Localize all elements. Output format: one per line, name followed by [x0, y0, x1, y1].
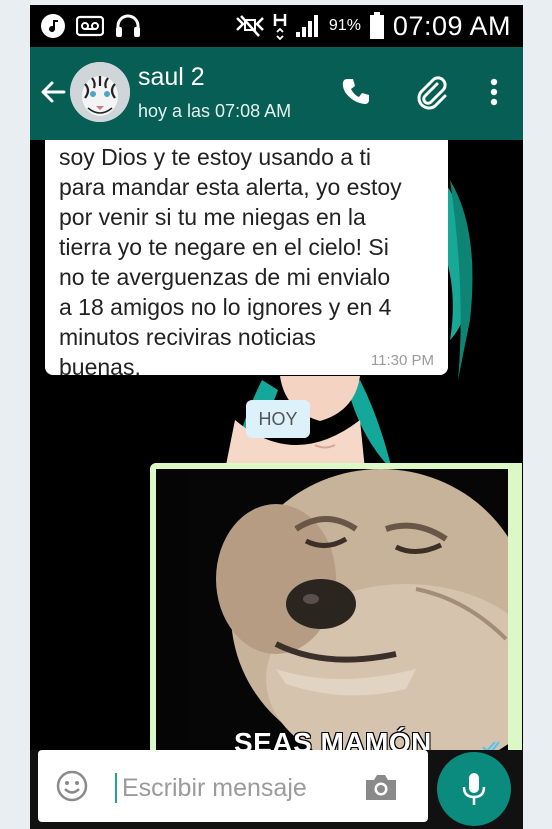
- music-note-icon: [41, 14, 65, 38]
- incoming-message-bubble[interactable]: soy Dios y te estoy usando a ti para man…: [45, 140, 448, 380]
- meme-image[interactable]: SEAS MAMÓN: [156, 469, 508, 750]
- more-options-button[interactable]: [474, 72, 514, 112]
- date-divider: HOY: [246, 400, 310, 438]
- incoming-message-time: 11:30 PM: [370, 352, 434, 369]
- voicemail-icon: [76, 15, 104, 37]
- emoji-icon: [56, 770, 88, 802]
- nfc-mute-icon: [236, 15, 264, 37]
- emoji-button[interactable]: [56, 770, 88, 802]
- last-seen-status: hoy a las 07:08 AM: [138, 101, 292, 121]
- text-cursor: [115, 773, 117, 803]
- double-check-icon: [482, 741, 500, 750]
- tiger-avatar-icon: [70, 62, 130, 122]
- voice-message-button[interactable]: [437, 752, 511, 826]
- contact-name[interactable]: saul 2: [138, 63, 205, 92]
- phone-screen: 91% 07:09 AM saul 2 hoy a las 07:08 AM s…: [30, 5, 523, 829]
- attach-button[interactable]: [411, 72, 451, 112]
- chat-area[interactable]: soy Dios y te estoy usando a ti para man…: [30, 140, 523, 750]
- read-receipt: [482, 741, 504, 750]
- battery-percent: 91%: [328, 17, 361, 34]
- status-left-icons: [40, 13, 142, 39]
- more-vert-icon: [490, 78, 498, 106]
- incoming-message-text: soy Dios y te estoy usando a ti para man…: [59, 144, 402, 380]
- back-button[interactable]: [38, 77, 68, 107]
- outgoing-image-bubble[interactable]: SEAS MAMÓN: [150, 463, 522, 750]
- hplus-data-icon: [273, 14, 287, 40]
- phone-icon: [342, 79, 369, 104]
- back-arrow-icon: [41, 81, 66, 103]
- mic-icon: [462, 773, 486, 805]
- message-input[interactable]: [120, 769, 344, 807]
- battery-icon: [369, 12, 384, 39]
- headphones-icon: [116, 14, 140, 37]
- message-composer: [38, 750, 428, 822]
- dog-meme-picture: [156, 469, 508, 750]
- status-bar: 91% 07:09 AM: [30, 5, 523, 47]
- paperclip-icon: [417, 76, 447, 110]
- signal-bars-icon: [295, 15, 318, 37]
- avatar[interactable]: [70, 62, 130, 122]
- status-right-icons: 91% 07:09 AM: [235, 9, 511, 43]
- voice-call-button[interactable]: [336, 72, 376, 112]
- camera-button[interactable]: [362, 771, 400, 803]
- camera-icon: [366, 775, 396, 800]
- meme-caption: SEAS MAMÓN: [234, 727, 432, 750]
- status-time: 07:09 AM: [392, 10, 511, 41]
- chat-header: saul 2 hoy a las 07:08 AM: [30, 47, 523, 140]
